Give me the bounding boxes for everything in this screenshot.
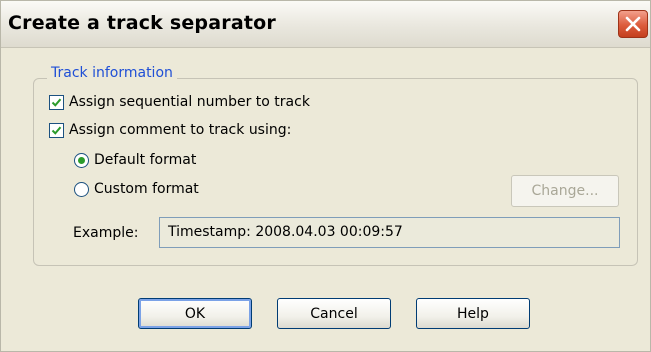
comment-checkbox[interactable] <box>49 122 64 138</box>
example-field: Timestamp: 2008.04.03 00:09:57 <box>159 217 620 248</box>
ok-button[interactable]: OK <box>138 298 252 329</box>
sequential-number-option[interactable]: Assign sequential number to track <box>49 94 310 110</box>
default-format-label: Default format <box>94 152 197 168</box>
title-bar[interactable]: Create a track separator <box>1 1 650 48</box>
comment-label: Assign comment to track using: <box>69 122 292 138</box>
checkmark-icon <box>51 126 62 135</box>
window-title: Create a track separator <box>8 12 276 34</box>
change-button[interactable]: Change... <box>511 175 619 207</box>
custom-format-option[interactable]: Custom format <box>74 181 199 197</box>
cancel-button[interactable]: Cancel <box>277 298 391 329</box>
example-label: Example: <box>73 225 139 241</box>
close-icon <box>625 16 641 32</box>
group-legend: Track information <box>47 65 177 81</box>
default-format-radio[interactable] <box>74 152 89 168</box>
custom-format-label: Custom format <box>94 181 199 197</box>
comment-option[interactable]: Assign comment to track using: <box>49 122 291 138</box>
dialog-window: Create a track separator Track informati… <box>0 0 651 352</box>
sequential-number-label: Assign sequential number to track <box>69 94 310 110</box>
default-format-option[interactable]: Default format <box>74 152 196 168</box>
custom-format-radio[interactable] <box>74 181 89 197</box>
radio-selected-dot <box>78 156 85 164</box>
sequential-number-checkbox[interactable] <box>49 94 64 110</box>
checkmark-icon <box>51 98 62 107</box>
close-button[interactable] <box>618 10 648 38</box>
help-button[interactable]: Help <box>416 298 530 329</box>
